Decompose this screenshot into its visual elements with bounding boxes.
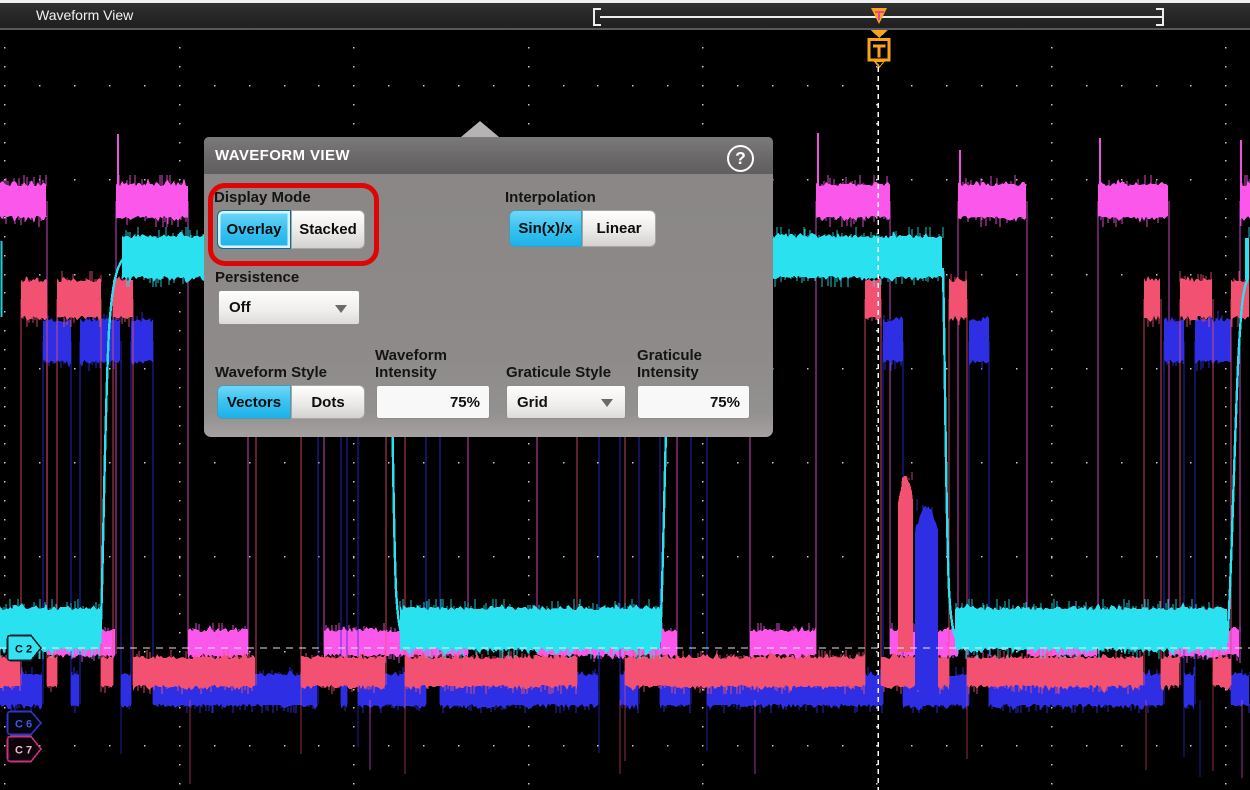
svg-text:C 7: C 7: [15, 745, 32, 757]
svg-text:C 2: C 2: [15, 644, 32, 656]
svg-text:C 6: C 6: [15, 719, 32, 731]
